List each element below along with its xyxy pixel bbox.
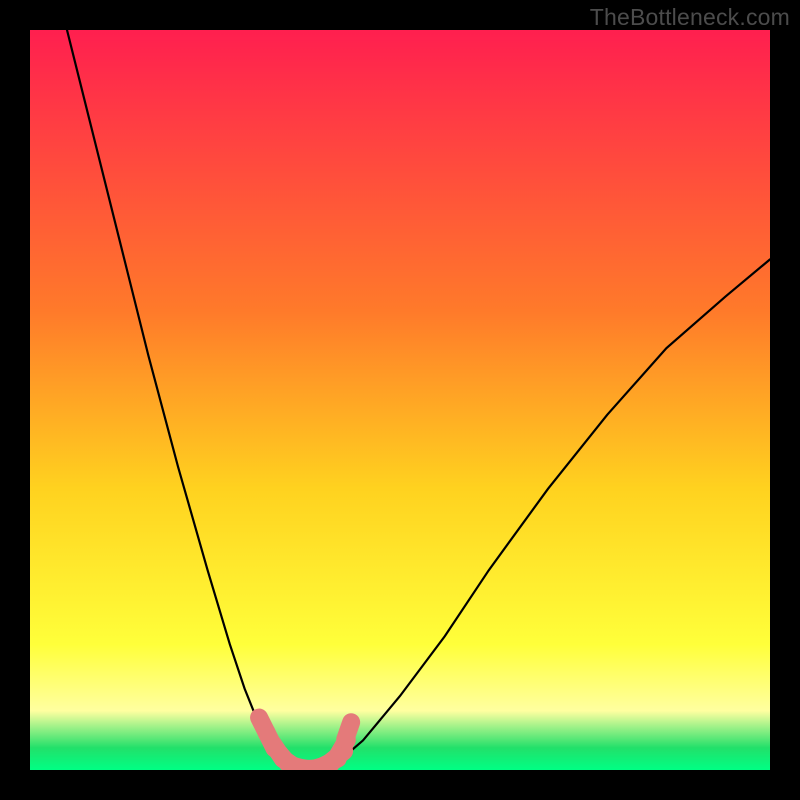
watermark-text: TheBottleneck.com xyxy=(590,4,790,31)
chart-frame: TheBottleneck.com xyxy=(0,0,800,800)
chart-plot xyxy=(30,30,770,770)
plot-background xyxy=(30,30,770,770)
marker-segment xyxy=(345,722,351,739)
